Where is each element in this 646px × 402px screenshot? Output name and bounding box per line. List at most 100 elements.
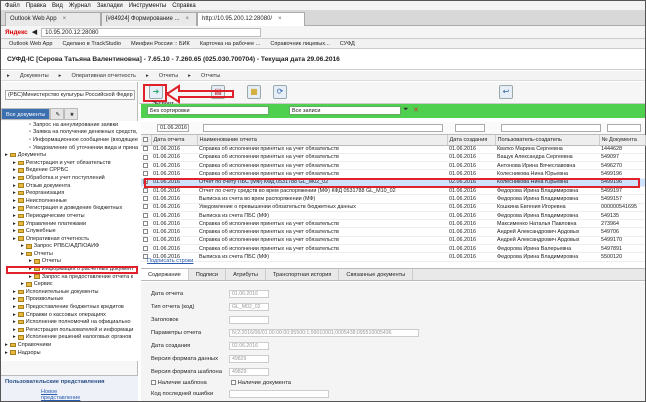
detail-tab[interactable]: Содержание — [141, 269, 189, 280]
created-filter-input[interactable] — [455, 124, 485, 132]
star-icon[interactable]: ★ — [64, 108, 79, 120]
detail-tab[interactable]: Подписи — [189, 269, 227, 280]
row-checkbox[interactable] — [141, 211, 151, 221]
browser-tab-app[interactable]: http://10.95.200.12:28080/ × — [197, 12, 305, 26]
row-checkbox[interactable] — [141, 145, 151, 154]
expand-icon[interactable]: ▸ — [13, 296, 16, 302]
close-icon[interactable]: × — [278, 16, 282, 22]
user-filter-input[interactable] — [501, 124, 601, 132]
clear-filter-icon[interactable]: ✕ — [413, 106, 419, 114]
organization-select[interactable]: (РБС)Министерство культуры Российской Фе… — [5, 90, 135, 100]
expand-icon[interactable]: ▸ — [13, 228, 16, 234]
menu-item[interactable]: Справка — [172, 3, 196, 9]
tree-item[interactable]: ▸ Сервис — [1, 280, 138, 288]
document-checkbox[interactable]: Наличие документа — [231, 380, 291, 386]
tree-item[interactable]: ▸ Надзоры — [1, 349, 138, 357]
back-arrow-icon[interactable]: ↩ — [499, 85, 513, 99]
tree-item[interactable]: ▸ Справки о кассовых операциях — [1, 311, 138, 319]
detail-tab[interactable]: Связанные документы — [339, 269, 414, 280]
bookmark-item[interactable]: Карточка на рабочее ... — [200, 41, 261, 47]
address-input[interactable]: 10.95.200.12:28080 — [41, 27, 262, 37]
tree-item[interactable]: ▸ Периодические отчеты — [1, 212, 138, 220]
row-checkbox[interactable] — [141, 227, 151, 237]
menu-item[interactable]: Вид — [52, 3, 63, 9]
tree-item[interactable]: ▸ Управление платежами — [1, 220, 138, 228]
expand-icon[interactable]: ▸ — [29, 258, 32, 264]
expand-icon[interactable]: ▸ — [13, 205, 16, 211]
expand-icon[interactable]: ▸ — [13, 236, 16, 242]
tree-item[interactable]: ▸ Отчеты — [1, 258, 138, 266]
number-filter-input[interactable] — [607, 124, 641, 132]
bookmark-item[interactable]: СУФД — [340, 41, 355, 47]
expand-icon[interactable]: ▸ — [13, 304, 16, 310]
expand-icon[interactable]: ▸ — [13, 213, 16, 219]
expand-icon[interactable]: ▸ — [13, 327, 16, 333]
expand-icon[interactable]: ▸ — [5, 342, 8, 348]
table-row[interactable]: 01.06.2016 Уведомление о превышении обяза… — [141, 203, 645, 212]
table-row[interactable]: 01.06.2016 Выписка из счета ПБС (МФ) 01.06… — [141, 211, 645, 221]
close-icon[interactable]: × — [186, 16, 190, 22]
breadcrumb-item[interactable]: Отчеты — [201, 73, 220, 79]
row-checkbox[interactable] — [141, 203, 151, 212]
row-checkbox[interactable] — [141, 219, 151, 229]
edit-icon[interactable]: ✎ — [50, 108, 65, 120]
expand-icon[interactable]: ▸ — [13, 175, 16, 181]
row-checkbox[interactable] — [141, 169, 151, 179]
tree-item[interactable]: ▸ Служебные — [1, 227, 138, 235]
tree-item[interactable]: ▸ Регистрация пользователей и информаци — [1, 326, 138, 334]
sort-select[interactable]: Без сортировки — [147, 106, 269, 115]
table-row[interactable]: 01.06.2016 Справка об исполнении принятых… — [141, 161, 645, 171]
tree-item[interactable]: ▫ Информационное сообщение (входящее) — [1, 136, 138, 144]
expand-icon[interactable]: ▸ — [13, 183, 16, 189]
detail-tab[interactable]: Атрибуты — [226, 269, 266, 280]
tree-item[interactable]: ▸ Произвольные — [1, 296, 138, 304]
tree-item[interactable]: ▫ Уведомление об уточнении вида и принадл… — [1, 144, 138, 152]
tree-item[interactable]: ▸ Исполнение полномочий на официально — [1, 318, 138, 326]
column-header[interactable]: Наименование отчета — [197, 135, 448, 146]
expand-icon[interactable]: ▸ — [13, 334, 16, 340]
tree-item[interactable]: ▸ Неисполненные — [1, 197, 138, 205]
row-checkbox[interactable] — [141, 244, 151, 254]
tree-item[interactable]: ▸ Ведение СРРБС — [1, 167, 138, 175]
refresh-icon[interactable]: ⟳ — [273, 85, 287, 99]
tree-item[interactable]: ▸ Исполнение решений налоговых органов — [1, 334, 138, 342]
expand-icon[interactable]: ▸ — [21, 251, 24, 257]
row-checkbox[interactable] — [141, 194, 151, 204]
row-checkbox[interactable] — [141, 153, 151, 163]
table-row[interactable]: 01.06.2016 Выписка из счета во врем распо… — [141, 194, 645, 204]
expand-icon[interactable]: ▸ — [13, 289, 16, 295]
menu-item[interactable]: Инструменты — [129, 3, 166, 9]
menu-item[interactable]: Правка — [26, 3, 46, 9]
tree-item[interactable]: ▸ Регистрация и доведение бюджетных — [1, 205, 138, 213]
name-filter-input[interactable] — [203, 124, 443, 132]
expand-icon[interactable]: ▸ — [5, 350, 8, 356]
row-checkbox[interactable] — [141, 236, 151, 246]
bookmark-item[interactable]: Сделано в TrackStudio — [62, 41, 121, 47]
table-row[interactable]: 01.06.2016 Справка об исполнении принятых… — [141, 244, 645, 254]
table-row[interactable]: 01.06.2016 Справка об исполнении принятых… — [141, 153, 645, 163]
subscribe-link[interactable]: Подписать строки — [147, 258, 193, 264]
tree-item[interactable]: ▸ Справочники — [1, 341, 138, 349]
tree-item[interactable]: ▸ Отзыв документа — [1, 182, 138, 190]
column-header[interactable]: Дата отчета — [151, 135, 198, 146]
document-icon[interactable]: ▦ — [247, 85, 261, 99]
table-row[interactable]: 01.06.2016 Справка об исполнении принятых… — [141, 169, 645, 179]
tab-all-documents[interactable]: Все документы — [1, 108, 51, 120]
table-row[interactable]: 01.06.2016 Справка об исполнении принятых… — [141, 145, 645, 154]
tree-item[interactable]: ▸ Регистрация и учет обязательств — [1, 159, 138, 167]
tree-item[interactable]: ▸ Оперативная отчетность — [1, 235, 138, 243]
column-header[interactable]: № Документа — [599, 135, 646, 146]
expand-icon[interactable]: ▸ — [13, 312, 16, 318]
table-row[interactable]: 01.06.2016 Выписка из счета ПБС (МФ) 01.06… — [141, 252, 645, 262]
tree-item[interactable]: ▸ Запрос на предоставление отчета к — [1, 273, 138, 281]
new-view-link[interactable]: Новое представление — [1, 388, 138, 402]
tree-item[interactable]: ▸ Предоставление бюджетных кредитов — [1, 303, 138, 311]
tree-item[interactable]: ▫ Заявка на получение денежных средств, п… — [1, 129, 138, 137]
expand-icon[interactable]: ▸ — [21, 281, 24, 287]
breadcrumb-item[interactable]: Оперативная отчетность — [71, 73, 135, 79]
expand-icon[interactable]: ▸ — [29, 274, 32, 280]
tree-item[interactable]: ▸ Документы — [1, 151, 138, 159]
select-all-checkbox[interactable] — [141, 135, 152, 146]
menu-item[interactable]: Журнал — [69, 3, 91, 9]
detail-tab[interactable]: Транспортная история — [266, 269, 340, 280]
